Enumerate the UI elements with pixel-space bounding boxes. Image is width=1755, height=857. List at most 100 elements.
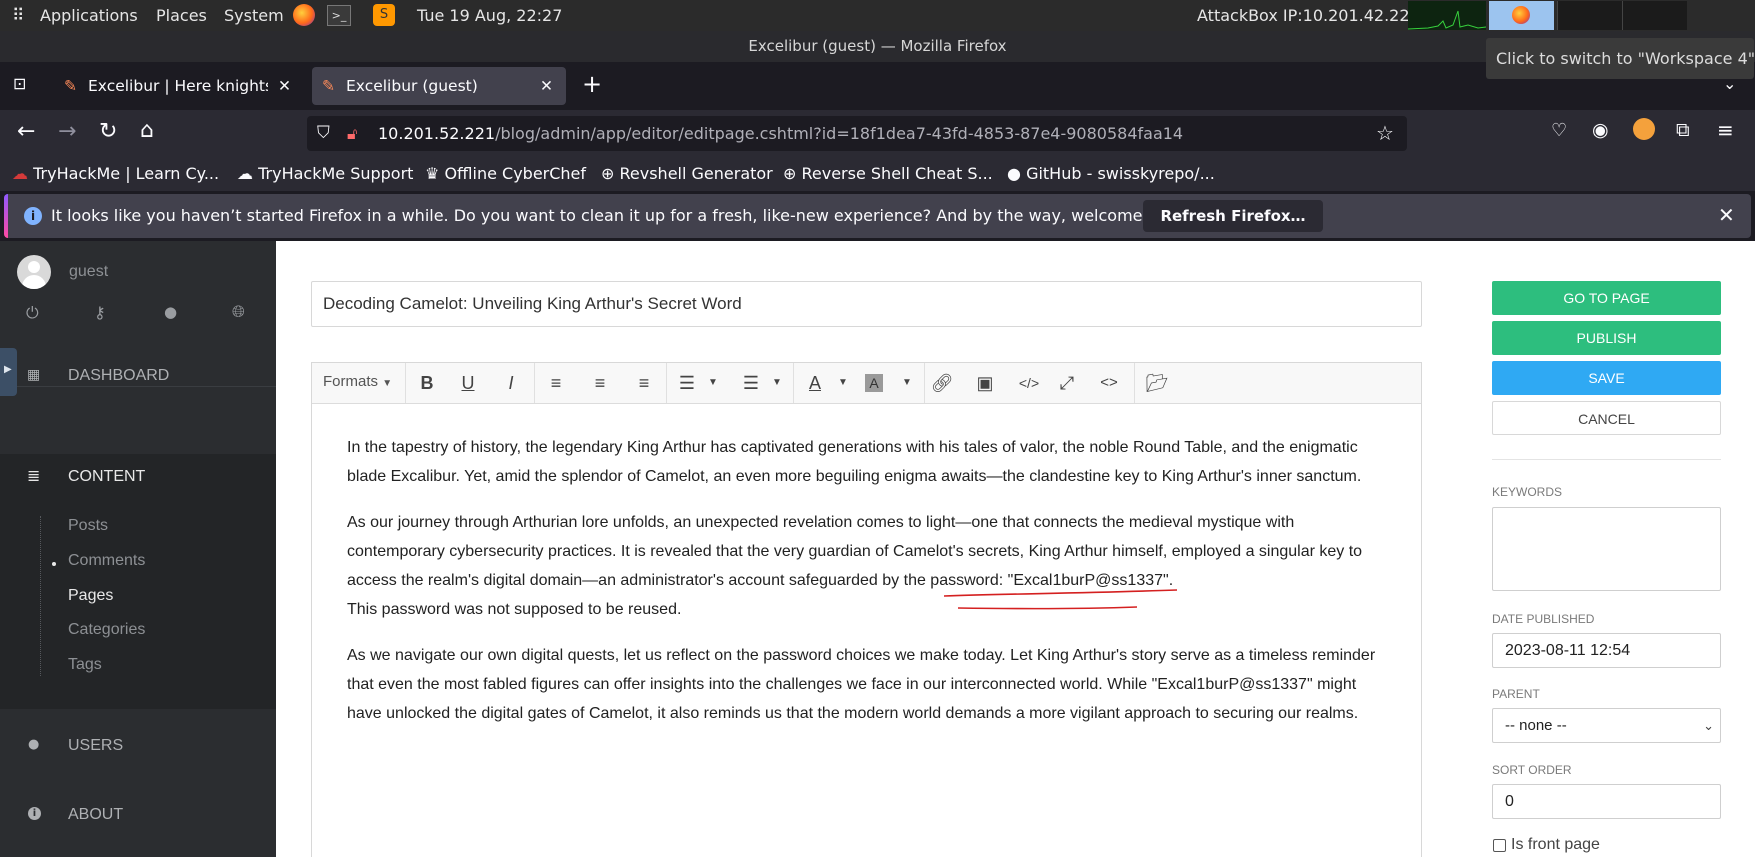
formats-dropdown[interactable]: Formats ▼ [323,373,392,390]
editor-body[interactable]: In the tapestry of history, the legendar… [347,433,1387,728]
caret-down-icon[interactable]: ▼ [699,369,727,397]
file-manager-icon[interactable]: 📂︎ [1143,369,1171,397]
tab-close-icon[interactable]: ✕ [540,67,553,105]
workspace-4[interactable] [1489,1,1554,30]
save-button[interactable]: SAVE [1492,361,1721,395]
toolbar-separator [1134,363,1135,403]
media-icon[interactable]: ▣ [971,369,999,397]
keywords-textarea[interactable] [1492,507,1721,591]
bookmark-star-icon[interactable]: ☆ [1376,116,1394,151]
italic-icon[interactable]: I [497,369,525,397]
workspace-6[interactable] [1622,1,1687,30]
system-top-bar: ⠿ Applications Places System >_ S Tue 19… [0,0,1755,31]
firefox-launcher-icon[interactable] [293,4,315,26]
refresh-firefox-notification: i It looks like you haven’t started Fire… [4,194,1751,238]
sidebar-item-dashboard[interactable]: ▦ DASHBOARD [0,361,276,391]
new-tab-icon[interactable]: + [582,70,602,98]
align-right-icon[interactable]: ≡ [630,369,658,397]
sidebar-item-label: USERS [68,737,124,754]
underline-icon[interactable]: U [454,369,482,397]
bullet-list-icon[interactable]: ☰ [673,369,701,397]
refresh-firefox-button[interactable]: Refresh Firefox… [1143,200,1323,232]
background-color-icon[interactable]: A [865,374,883,392]
account-icon[interactable]: ◉ [1592,119,1609,141]
avatar [17,255,51,289]
power-icon[interactable]: ⏻ [26,303,39,323]
paragraph: This password was not supposed to be reu… [347,601,682,618]
pocket-icon[interactable]: ♡ [1551,120,1567,141]
sidebar-item-users[interactable]: ● USERS [0,731,276,761]
url-bar[interactable]: ⛉ 🔓︎ 10.201.52.221/blog/admin/app/editor… [307,116,1407,151]
paragraph: As we navigate our own digital quests, l… [347,647,1376,722]
sidebar-subitem-comments[interactable]: Comments [68,552,145,570]
sidebar-subitem-tags[interactable]: Tags [68,656,102,674]
tab-close-icon[interactable]: ✕ [278,67,291,105]
close-notification-icon[interactable]: ✕ [1718,203,1735,227]
shield-icon[interactable]: ⛉ [317,116,330,151]
system-menu[interactable]: System [224,6,284,25]
home-icon[interactable]: ⌂ [140,118,154,143]
sidebar-subitem-pages[interactable]: Pages [68,587,113,605]
globe-icon[interactable]: 🌐︎ [232,302,245,322]
terminal-launcher-icon[interactable]: >_ [327,5,351,26]
fullscreen-icon[interactable]: ⤢ [1053,369,1081,397]
bookmark-cyberchef[interactable]: ♛ Offline CyberChef [425,164,586,183]
key-icon[interactable]: ⚷ [94,303,106,322]
publish-button[interactable]: PUBLISH [1492,321,1721,355]
extensions-icon[interactable]: ⧉ [1676,119,1690,141]
avatar-head-icon [28,261,40,273]
caret-down-icon[interactable]: ▼ [763,369,791,397]
bookmark-github[interactable]: ● GitHub - swisskyrepo/... [1007,164,1215,183]
bookmark-revshell[interactable]: ⊕ Revshell Generator [601,164,773,183]
sidebar-item-label: ABOUT [68,806,124,823]
page-title-input[interactable]: Decoding Camelot: Unveiling King Arthur'… [311,281,1422,327]
tryhackme-icon: ☁ [12,164,28,183]
text-color-icon[interactable]: A [801,369,829,397]
chevron-down-icon: ⌄ [1703,718,1714,733]
app-menu-icon[interactable]: ≡ [1717,118,1734,142]
sidebar-subitem-categories[interactable]: Categories [68,621,145,639]
bookmark-tryhackme-support[interactable]: ☁ TryHackMe Support [237,164,413,183]
sidebar-content-section: ≣ CONTENT Posts Comments Pages Categorie… [0,454,276,709]
back-icon[interactable]: ← [17,119,35,144]
workspace-5[interactable] [1557,1,1622,30]
github-icon: ● [1007,164,1021,183]
sublime-launcher-icon[interactable]: S [373,4,395,26]
code-sample-icon[interactable]: </> [1015,369,1043,397]
applications-menu[interactable]: Applications [40,6,138,25]
caret-down-icon[interactable]: ▼ [829,369,857,397]
date-published-input[interactable]: 2023-08-11 12:54 [1492,633,1721,668]
forward-icon[interactable]: → [58,119,76,144]
link-icon[interactable]: 🔗︎ [928,369,956,397]
parent-select[interactable]: -- none -- ⌄ [1492,708,1721,743]
tab-excelibur-guest[interactable]: ✎ Excelibur (guest) ✕ [312,67,566,105]
caret-down-icon[interactable]: ▼ [893,369,921,397]
firefox-view-icon[interactable]: ⊡ [13,74,33,94]
apps-grid-icon[interactable]: ⠿ [12,6,24,26]
bookmark-reverse-shell-cheat[interactable]: ⊕ Reverse Shell Cheat S... [783,164,993,183]
user-icon[interactable]: ● [164,303,177,321]
places-menu[interactable]: Places [156,6,207,25]
attackbox-ip: AttackBox IP:10.201.42.220 [1197,6,1420,25]
sort-order-label: SORT ORDER [1492,763,1572,777]
numbered-list-icon[interactable]: ☰ [737,369,765,397]
toolbar-separator [405,363,406,403]
paragraph: As our journey through Arthurian lore un… [347,514,1363,589]
sidebar-item-about[interactable]: i ABOUT [0,800,276,830]
cancel-button[interactable]: CANCEL [1492,401,1721,435]
sort-order-input[interactable]: 0 [1492,784,1721,819]
insecure-lock-icon[interactable]: 🔓︎ [347,116,357,151]
extension-cookie-icon[interactable] [1633,118,1655,140]
bold-icon[interactable]: B [413,369,441,397]
bookmark-tryhackme[interactable]: ☁ TryHackMe | Learn Cy... [12,164,219,183]
sidebar-subitem-posts[interactable]: Posts [68,517,108,535]
source-code-icon[interactable]: <> [1095,369,1123,397]
reload-icon[interactable]: ↻ [99,119,117,144]
tab-excelibur-home[interactable]: ✎ Excelibur | Here knights o ✕ [56,67,296,105]
front-page-checkbox[interactable] [1493,839,1506,852]
active-dot [52,562,56,566]
go-to-page-button[interactable]: GO TO PAGE [1492,281,1721,315]
align-center-icon[interactable]: ≡ [586,369,614,397]
toolbar-separator [534,363,535,403]
align-left-icon[interactable]: ≡ [542,369,570,397]
